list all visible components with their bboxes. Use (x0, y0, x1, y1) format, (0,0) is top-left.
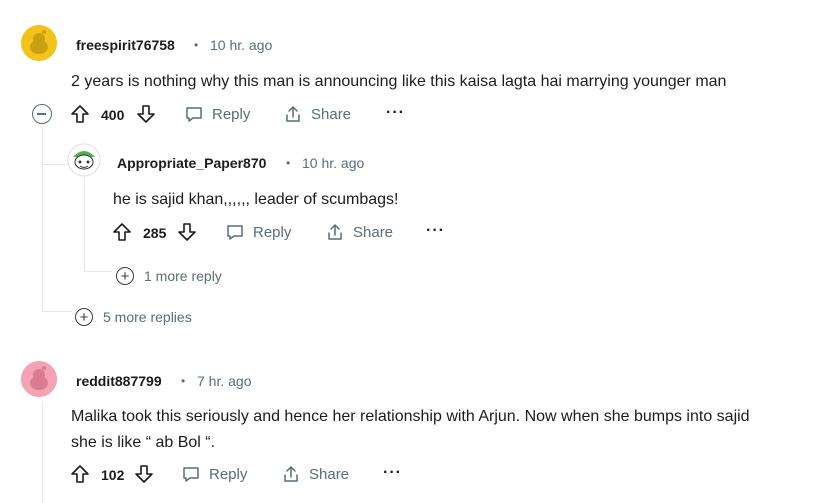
more-options-button[interactable]: ··· (386, 104, 405, 122)
more-replies-label: 5 more replies (103, 309, 192, 325)
downvote-icon (137, 105, 155, 123)
share-label: Share (309, 465, 350, 483)
thread-line[interactable] (42, 126, 43, 311)
reply-label: Reply (253, 223, 292, 241)
upvote-icon (71, 465, 89, 483)
share-button[interactable]: Share (283, 104, 351, 124)
thread-branch (84, 271, 112, 272)
reply-label: Reply (212, 105, 251, 123)
comment-bubble-icon (186, 107, 202, 122)
expand-icon: + (116, 267, 134, 285)
downvote-button[interactable] (134, 464, 154, 484)
comment-author[interactable]: Appropriate_Paper870 (117, 155, 266, 171)
thread-line[interactable] (84, 178, 85, 271)
comment-author[interactable]: reddit887799 (76, 373, 162, 389)
share-icon (284, 466, 298, 482)
separator-dot: • (286, 156, 291, 170)
more-replies-label: 1 more reply (144, 268, 222, 284)
thread-branch (42, 311, 72, 312)
separator-dot: • (194, 38, 199, 52)
vote-count: 285 (143, 225, 167, 241)
thread-line[interactable] (42, 402, 43, 503)
snoo-avatar-icon (67, 143, 101, 177)
avatar[interactable] (67, 143, 101, 177)
comment-timestamp[interactable]: 10 hr. ago (210, 37, 272, 53)
share-label: Share (353, 223, 394, 241)
more-options-button[interactable]: ··· (383, 464, 402, 482)
reply-button[interactable]: Reply (181, 464, 247, 484)
reply-button[interactable]: Reply (184, 104, 250, 124)
comment-bubble-icon (227, 225, 243, 240)
snoo-avatar-icon (21, 25, 57, 61)
thread-more-replies-link[interactable]: + 5 more replies (75, 308, 192, 326)
downvote-icon (178, 223, 196, 241)
upvote-button[interactable] (70, 464, 90, 484)
vote-count: 400 (101, 107, 125, 123)
more-options-button[interactable]: ··· (426, 222, 445, 240)
comment-bubble-icon (183, 467, 199, 482)
avatar[interactable] (21, 361, 57, 397)
collapse-thread-button[interactable] (32, 104, 52, 124)
share-button[interactable]: Share (281, 464, 349, 484)
comment-body: he is sajid khan,,,,,, leader of scumbag… (113, 191, 399, 208)
share-icon (328, 224, 342, 240)
comment-body: 2 years is nothing why this man is annou… (71, 73, 727, 90)
vote-count: 102 (101, 467, 125, 483)
downvote-icon (135, 465, 153, 483)
snoo-avatar-icon (21, 361, 57, 397)
upvote-icon (71, 105, 89, 123)
upvote-button[interactable] (70, 104, 90, 124)
reply-button[interactable]: Reply (225, 222, 291, 242)
comment-body-line-1: Malika took this seriously and hence her… (71, 408, 750, 425)
downvote-button[interactable] (177, 222, 197, 242)
downvote-button[interactable] (136, 104, 156, 124)
expand-icon: + (75, 308, 93, 326)
upvote-icon (113, 223, 131, 241)
comment-author[interactable]: freespirit76758 (76, 37, 175, 53)
comment-timestamp[interactable]: 7 hr. ago (197, 373, 252, 389)
share-icon (286, 106, 300, 122)
avatar[interactable] (21, 25, 57, 61)
share-button[interactable]: Share (325, 222, 393, 242)
thread-branch (42, 164, 68, 165)
separator-dot: • (181, 374, 186, 388)
more-replies-link[interactable]: + 1 more reply (116, 267, 222, 285)
reply-label: Reply (209, 465, 248, 483)
share-label: Share (311, 105, 352, 123)
upvote-button[interactable] (112, 222, 132, 242)
comment-timestamp[interactable]: 10 hr. ago (302, 155, 364, 171)
comment-body-line-2: she is like “ ab Bol “. (71, 434, 216, 451)
